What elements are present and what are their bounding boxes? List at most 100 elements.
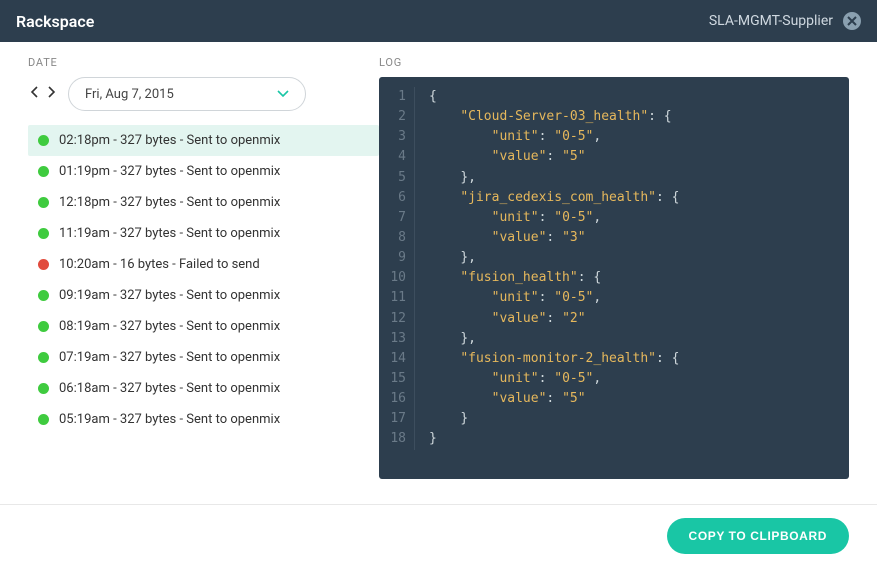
line-number: 7 xyxy=(379,208,415,228)
line-number: 6 xyxy=(379,188,415,208)
line-number: 18 xyxy=(379,429,415,449)
log-item-text: 10:20am - 16 bytes - Failed to send xyxy=(59,257,260,272)
line-number: 5 xyxy=(379,168,415,188)
line-number: 12 xyxy=(379,309,415,329)
code-content: }, xyxy=(415,248,476,268)
log-item-text: 02:18pm - 327 bytes - Sent to openmix xyxy=(59,133,280,148)
code-content: }, xyxy=(415,329,476,349)
left-column: Fri, Aug 7, 2015 02:18pm - 327 bytes - S… xyxy=(28,77,379,479)
line-number: 13 xyxy=(379,329,415,349)
list-item[interactable]: 02:18pm - 327 bytes - Sent to openmix xyxy=(28,125,379,156)
code-content: "Cloud-Server-03_health": { xyxy=(415,107,672,127)
code-line: 16 "value": "5" xyxy=(379,389,849,409)
code-line: 5 }, xyxy=(379,168,849,188)
page-title: Rackspace xyxy=(16,12,94,31)
footer: COPY TO CLIPBOARD xyxy=(0,504,877,566)
code-content: } xyxy=(415,429,437,449)
log-item-text: 08:19am - 327 bytes - Sent to openmix xyxy=(59,319,280,334)
code-line: 12 "value": "2" xyxy=(379,309,849,329)
code-pane[interactable]: 1{2 "Cloud-Server-03_health": {3 "unit":… xyxy=(379,77,849,479)
status-ok-icon xyxy=(38,166,49,177)
list-item[interactable]: 07:19am - 327 bytes - Sent to openmix xyxy=(28,342,379,373)
code-line: 10 "fusion_health": { xyxy=(379,268,849,288)
next-date-icon[interactable] xyxy=(44,83,58,105)
code-content: "value": "2" xyxy=(415,309,586,329)
code-line: 15 "unit": "0-5", xyxy=(379,369,849,389)
list-item[interactable]: 01:19pm - 327 bytes - Sent to openmix xyxy=(28,156,379,187)
line-number: 14 xyxy=(379,349,415,369)
line-number: 2 xyxy=(379,107,415,127)
code-line: 4 "value": "5" xyxy=(379,147,849,167)
log-item-text: 11:19am - 327 bytes - Sent to openmix xyxy=(59,226,280,241)
status-ok-icon xyxy=(38,321,49,332)
code-line: 3 "unit": "0-5", xyxy=(379,127,849,147)
header-right: SLA-MGMT-Supplier xyxy=(709,12,861,30)
list-item[interactable]: 08:19am - 327 bytes - Sent to openmix xyxy=(28,311,379,342)
list-item[interactable]: 11:19am - 327 bytes - Sent to openmix xyxy=(28,218,379,249)
code-content: "fusion_health": { xyxy=(415,268,601,288)
line-number: 10 xyxy=(379,268,415,288)
status-ok-icon xyxy=(38,352,49,363)
status-ok-icon xyxy=(38,135,49,146)
header-bar: Rackspace SLA-MGMT-Supplier xyxy=(0,0,877,42)
close-icon[interactable] xyxy=(843,12,861,30)
line-number: 15 xyxy=(379,369,415,389)
code-line: 18} xyxy=(379,429,849,449)
log-item-text: 12:18pm - 327 bytes - Sent to openmix xyxy=(59,195,280,210)
code-content: "value": "3" xyxy=(415,228,586,248)
code-content: "unit": "0-5", xyxy=(415,288,601,308)
code-content: "unit": "0-5", xyxy=(415,369,601,389)
line-number: 8 xyxy=(379,228,415,248)
code-content: { xyxy=(415,87,437,107)
code-content: "unit": "0-5", xyxy=(415,208,601,228)
column-labels: DATE LOG xyxy=(0,42,877,77)
date-nav-arrows xyxy=(28,83,58,105)
prev-date-icon[interactable] xyxy=(28,83,42,105)
date-picker[interactable]: Fri, Aug 7, 2015 xyxy=(68,77,306,111)
date-navigator: Fri, Aug 7, 2015 xyxy=(28,77,379,111)
log-item-text: 09:19am - 327 bytes - Sent to openmix xyxy=(59,288,280,303)
line-number: 3 xyxy=(379,127,415,147)
code-line: 17 } xyxy=(379,409,849,429)
code-line: 14 "fusion-monitor-2_health": { xyxy=(379,349,849,369)
code-line: 13 }, xyxy=(379,329,849,349)
line-number: 1 xyxy=(379,87,415,107)
chevron-down-icon xyxy=(277,87,289,101)
line-number: 11 xyxy=(379,288,415,308)
line-number: 9 xyxy=(379,248,415,268)
code-content: "unit": "0-5", xyxy=(415,127,601,147)
date-column-label: DATE xyxy=(28,56,379,69)
code-line: 11 "unit": "0-5", xyxy=(379,288,849,308)
code-line: 7 "unit": "0-5", xyxy=(379,208,849,228)
log-item-text: 05:19am - 327 bytes - Sent to openmix xyxy=(59,412,280,427)
selected-date: Fri, Aug 7, 2015 xyxy=(85,87,174,102)
status-ok-icon xyxy=(38,290,49,301)
status-ok-icon xyxy=(38,414,49,425)
code-line: 8 "value": "3" xyxy=(379,228,849,248)
log-item-text: 07:19am - 327 bytes - Sent to openmix xyxy=(59,350,280,365)
line-number: 4 xyxy=(379,147,415,167)
log-item-text: 01:19pm - 327 bytes - Sent to openmix xyxy=(59,164,280,179)
log-column-label: LOG xyxy=(379,56,849,69)
code-line: 6 "jira_cedexis_com_health": { xyxy=(379,188,849,208)
code-content: "fusion-monitor-2_health": { xyxy=(415,349,679,369)
context-label: SLA-MGMT-Supplier xyxy=(709,13,833,29)
line-number: 17 xyxy=(379,409,415,429)
main-content: Fri, Aug 7, 2015 02:18pm - 327 bytes - S… xyxy=(0,77,877,479)
code-content: "jira_cedexis_com_health": { xyxy=(415,188,679,208)
copy-to-clipboard-button[interactable]: COPY TO CLIPBOARD xyxy=(667,518,849,554)
list-item[interactable]: 09:19am - 327 bytes - Sent to openmix xyxy=(28,280,379,311)
status-ok-icon xyxy=(38,383,49,394)
list-item[interactable]: 05:19am - 327 bytes - Sent to openmix xyxy=(28,404,379,435)
status-ok-icon xyxy=(38,228,49,239)
list-item[interactable]: 10:20am - 16 bytes - Failed to send xyxy=(28,249,379,280)
code-content: "value": "5" xyxy=(415,147,586,167)
code-content: }, xyxy=(415,168,476,188)
list-item[interactable]: 06:18am - 327 bytes - Sent to openmix xyxy=(28,373,379,404)
code-line: 9 }, xyxy=(379,248,849,268)
status-ok-icon xyxy=(38,197,49,208)
log-list: 02:18pm - 327 bytes - Sent to openmix 01:… xyxy=(28,125,379,435)
list-item[interactable]: 12:18pm - 327 bytes - Sent to openmix xyxy=(28,187,379,218)
code-content: } xyxy=(415,409,468,429)
code-content: "value": "5" xyxy=(415,389,586,409)
